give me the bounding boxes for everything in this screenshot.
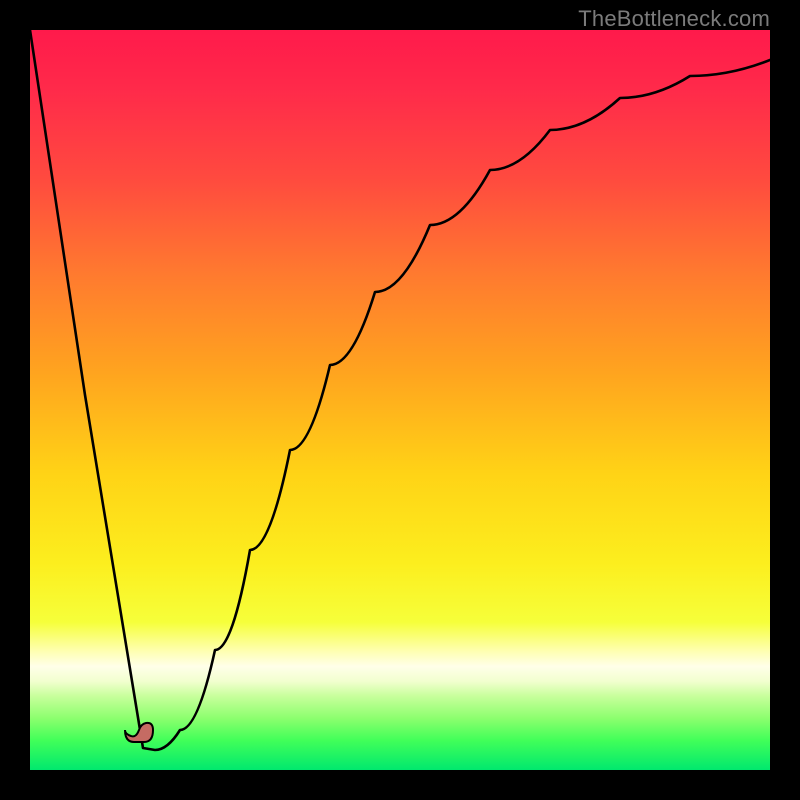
watermark-text: TheBottleneck.com xyxy=(578,6,770,32)
bottleneck-curve xyxy=(30,30,770,770)
